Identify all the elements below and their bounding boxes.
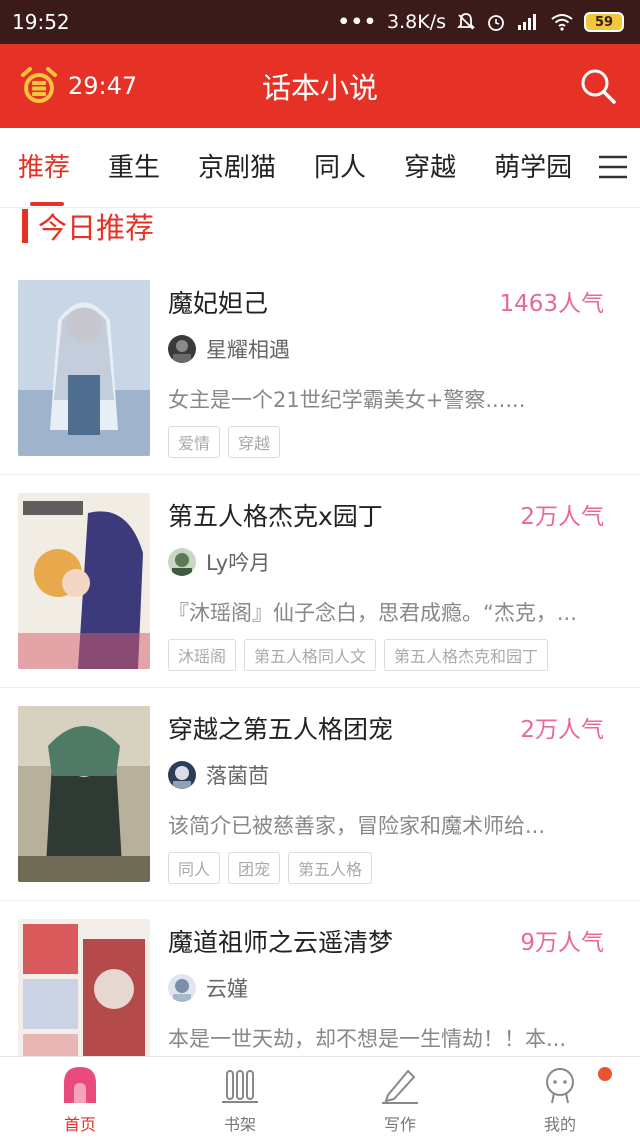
timer-value: 29:47: [68, 72, 138, 100]
book-item[interactable]: 魔妃妲己 1463人气 星耀相遇 女主是一个21世纪学霸美女+警察...... …: [0, 262, 640, 475]
search-icon[interactable]: [578, 66, 618, 106]
author-name: 云嫤: [206, 977, 248, 1001]
book-popularity: 2万人气: [520, 504, 604, 530]
section-header: 今日推荐: [22, 206, 154, 246]
tab-recommend[interactable]: 推荐: [18, 128, 70, 207]
book-description: 该简介已被慈善家，冒险家和魔术师给...: [168, 814, 546, 838]
tab-rebirth[interactable]: 重生: [108, 128, 160, 207]
app-header: 29:47 话本小说: [0, 44, 640, 128]
book-item[interactable]: 穿越之第五人格团宠 2万人气 落菌茴 该简介已被慈善家，冒险家和魔术师给... …: [0, 688, 640, 901]
author-name: Ly吟月: [206, 551, 271, 575]
section-title: 今日推荐: [38, 211, 155, 245]
book-tags: 沐瑶阁 第五人格同人文 第五人格杰克和园丁: [168, 639, 549, 671]
nav-label: 我的: [543, 1115, 576, 1134]
tab-peking-opera-cat[interactable]: 京剧猫: [198, 128, 276, 207]
menu-icon[interactable]: [596, 150, 630, 184]
pencil-icon: [382, 1069, 418, 1104]
book-title: 穿越之第五人格团宠: [168, 715, 394, 744]
book-cover: [18, 706, 150, 882]
book-title: 第五人格杰克x园丁: [168, 502, 383, 531]
book-author[interactable]: Ly吟月: [168, 547, 270, 577]
book-author[interactable]: 星耀相遇: [168, 334, 290, 364]
book-tags: 爱情 穿越: [168, 426, 281, 458]
book-tag[interactable]: 爱情: [168, 426, 221, 458]
bookshelf-icon: [222, 1070, 258, 1103]
author-name: 落菌茴: [206, 764, 269, 788]
book-popularity: 1463人气: [499, 291, 604, 317]
signal-icon: [518, 14, 536, 30]
book-tag[interactable]: 第五人格: [288, 852, 373, 884]
nav-home[interactable]: 首页: [20, 1065, 140, 1135]
home-icon: [64, 1067, 96, 1103]
tab-cute-academy[interactable]: 萌学园: [494, 128, 572, 207]
book-cover: [18, 280, 150, 456]
avatar: [168, 761, 196, 789]
author-name: 星耀相遇: [206, 338, 290, 362]
book-author[interactable]: 云嫤: [168, 973, 248, 1003]
book-description: 女主是一个21世纪学霸美女+警察......: [168, 388, 526, 412]
book-author[interactable]: 落菌茴: [168, 760, 269, 790]
book-title: 魔道祖师之云遥清梦: [168, 928, 394, 957]
status-icons: ••• 3.8K/s 59: [338, 11, 624, 33]
status-dots: •••: [337, 11, 378, 33]
book-tag[interactable]: 沐瑶阁: [168, 639, 237, 671]
nav-profile[interactable]: 我的: [500, 1065, 620, 1135]
nav-label: 首页: [63, 1115, 96, 1134]
book-list: 魔妃妲己 1463人气 星耀相遇 女主是一个21世纪学霸美女+警察...... …: [0, 262, 640, 1114]
book-description: 『沐瑶阁』仙子念白，思君成瘾。“杰克，...: [168, 601, 577, 625]
book-tag[interactable]: 第五人格杰克和园丁: [384, 639, 549, 671]
book-tag[interactable]: 第五人格同人文: [244, 639, 377, 671]
book-popularity: 9万人气: [520, 930, 604, 956]
book-description: 本是一世天劫，却不想是一生情劫！！本...: [168, 1027, 567, 1051]
book-tag[interactable]: 团宠: [228, 852, 281, 884]
battery-icon: 59: [584, 12, 624, 32]
book-popularity: 2万人气: [520, 717, 604, 743]
network-speed: 3.8K/s: [387, 11, 446, 33]
alarm-clock-icon: [21, 67, 57, 103]
tab-fanfic[interactable]: 同人: [314, 128, 366, 207]
category-tabs: 推荐 重生 京剧猫 同人 穿越 萌学园: [0, 128, 640, 208]
book-cover: [18, 493, 150, 669]
avatar: [168, 335, 196, 363]
status-time: 19:52: [12, 10, 70, 34]
alarm-icon: [488, 15, 504, 31]
avatar: [168, 548, 196, 576]
book-tags: 同人 团宠 第五人格: [168, 852, 373, 884]
nav-label: 写作: [383, 1115, 416, 1134]
avatar: [168, 974, 196, 1002]
nav-label: 书架: [223, 1115, 256, 1134]
book-tag[interactable]: 穿越: [228, 426, 281, 458]
nav-write[interactable]: 写作: [340, 1065, 460, 1135]
nav-bookshelf[interactable]: 书架: [180, 1065, 300, 1135]
book-tag[interactable]: 同人: [168, 852, 221, 884]
tab-time-travel[interactable]: 穿越: [404, 128, 456, 207]
notification-badge: [598, 1067, 612, 1081]
book-item[interactable]: 第五人格杰克x园丁 2万人气 Ly吟月 『沐瑶阁』仙子念白，思君成瘾。“杰克，.…: [0, 475, 640, 688]
status-bar: 19:52 ••• 3.8K/s 59: [0, 0, 640, 44]
profile-icon: [546, 1068, 574, 1104]
wifi-icon: [551, 14, 573, 31]
mute-bell-icon: [456, 13, 476, 30]
section-accent-bar: [22, 209, 28, 243]
book-title: 魔妃妲己: [168, 289, 269, 318]
reading-timer[interactable]: 29:47: [18, 65, 137, 107]
bottom-nav: 首页 书架 写作 我的: [0, 1056, 640, 1138]
